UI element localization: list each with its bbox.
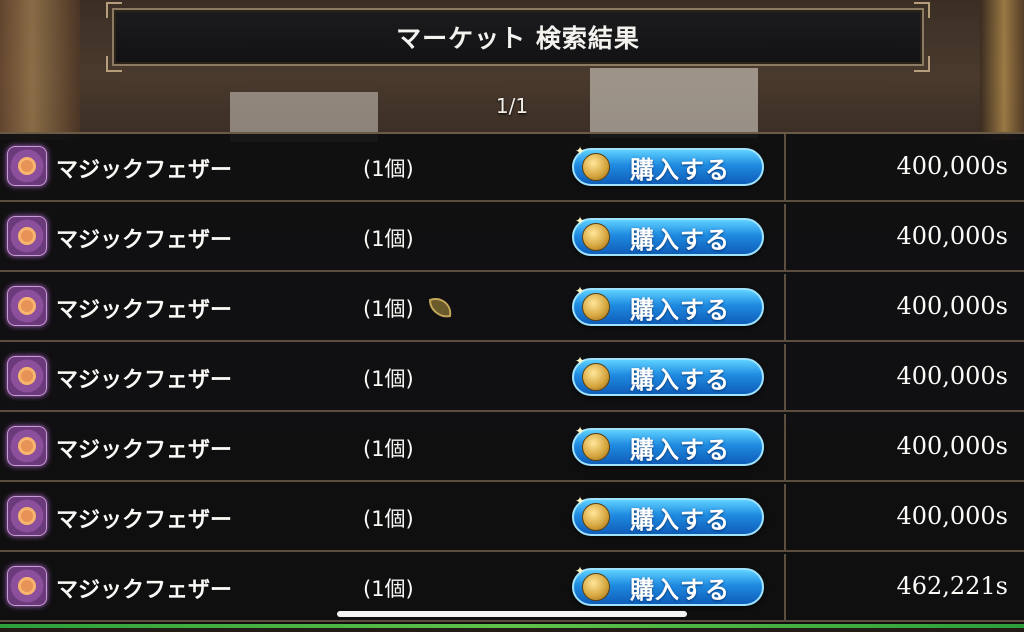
- item-name: マジックフェザー: [56, 158, 233, 183]
- buy-button[interactable]: 購入する: [572, 214, 764, 256]
- column-divider: [784, 344, 786, 412]
- item-name: マジックフェザー: [56, 438, 233, 463]
- coin-icon: [575, 284, 610, 321]
- item-name: マジックフェザー: [56, 228, 233, 253]
- buy-button[interactable]: 購入する: [572, 284, 764, 326]
- background-pillar-right: [980, 0, 1024, 140]
- item-quantity: (1個): [363, 437, 414, 461]
- page-title: マーケット 検索結果: [396, 24, 640, 53]
- search-result-list: マジックフェザー (1個) 購入する 400,000s マジックフェザー (1個…: [0, 132, 1024, 624]
- buy-button[interactable]: 購入する: [572, 144, 764, 186]
- column-divider: [784, 134, 786, 202]
- item-name: マジックフェザー: [56, 578, 233, 603]
- item-price: 400,000s: [896, 362, 1008, 390]
- buy-button-label: 購入する: [630, 155, 730, 184]
- item-price: 400,000s: [896, 222, 1008, 250]
- frame-corner: [914, 56, 930, 72]
- coin-icon: [575, 144, 610, 181]
- column-divider: [784, 484, 786, 552]
- magic-feather-icon: [7, 356, 47, 396]
- table-row[interactable]: マジックフェザー (1個) 購入する 400,000s: [0, 204, 1024, 272]
- item-name: マジックフェザー: [56, 368, 233, 393]
- coin-icon: [575, 424, 610, 461]
- magic-feather-icon: [7, 216, 47, 256]
- home-indicator[interactable]: [337, 611, 687, 617]
- column-divider: [784, 414, 786, 482]
- table-row[interactable]: マジックフェザー (1個) 購入する 400,000s: [0, 274, 1024, 342]
- magic-feather-icon: [7, 286, 47, 326]
- bottom-status-line: [0, 624, 1024, 628]
- item-quantity: (1個): [363, 297, 414, 321]
- item-name: マジックフェザー: [56, 298, 233, 323]
- item-price: 400,000s: [896, 152, 1008, 180]
- item-name: マジックフェザー: [56, 508, 233, 533]
- magic-feather-icon: [7, 146, 47, 186]
- coin-icon: [575, 494, 610, 531]
- table-row[interactable]: マジックフェザー (1個) 購入する 400,000s: [0, 414, 1024, 482]
- buy-button-label: 購入する: [630, 365, 730, 394]
- coin-icon: [575, 564, 610, 601]
- item-price: 400,000s: [896, 292, 1008, 320]
- table-row[interactable]: マジックフェザー (1個) 購入する 400,000s: [0, 344, 1024, 412]
- column-divider: [784, 204, 786, 272]
- frame-corner: [106, 2, 122, 18]
- buy-button-label: 購入する: [630, 505, 730, 534]
- buy-button-label: 購入する: [630, 225, 730, 254]
- frame-corner: [106, 56, 122, 72]
- buy-button[interactable]: 購入する: [572, 564, 764, 606]
- item-quantity: (1個): [363, 367, 414, 391]
- table-row[interactable]: マジックフェザー (1個) 購入する 400,000s: [0, 484, 1024, 552]
- magic-feather-icon: [7, 496, 47, 536]
- buy-button[interactable]: 購入する: [572, 424, 764, 466]
- frame-corner: [914, 2, 930, 18]
- column-divider: [784, 554, 786, 622]
- item-price: 400,000s: [896, 432, 1008, 460]
- item-price: 400,000s: [896, 502, 1008, 530]
- item-price: 462,221s: [896, 572, 1008, 600]
- buy-button-label: 購入する: [630, 435, 730, 464]
- title-banner: マーケット 検索結果: [106, 2, 930, 72]
- buy-button[interactable]: 購入する: [572, 494, 764, 536]
- buy-button-label: 購入する: [630, 575, 730, 604]
- buy-button[interactable]: 購入する: [572, 354, 764, 396]
- item-quantity: (1個): [363, 507, 414, 531]
- item-quantity: (1個): [363, 227, 414, 251]
- table-row[interactable]: マジックフェザー (1個) 購入する 400,000s: [0, 134, 1024, 202]
- page-indicator: 1/1: [495, 94, 529, 118]
- magic-feather-icon: [7, 426, 47, 466]
- background-pillar-left: [0, 0, 80, 140]
- column-divider: [784, 274, 786, 342]
- coin-icon: [575, 214, 610, 251]
- seed-icon: [428, 298, 452, 318]
- magic-feather-icon: [7, 566, 47, 606]
- coin-icon: [575, 354, 610, 391]
- item-quantity: (1個): [363, 577, 414, 601]
- item-quantity: (1個): [363, 157, 414, 181]
- buy-button-label: 購入する: [630, 295, 730, 324]
